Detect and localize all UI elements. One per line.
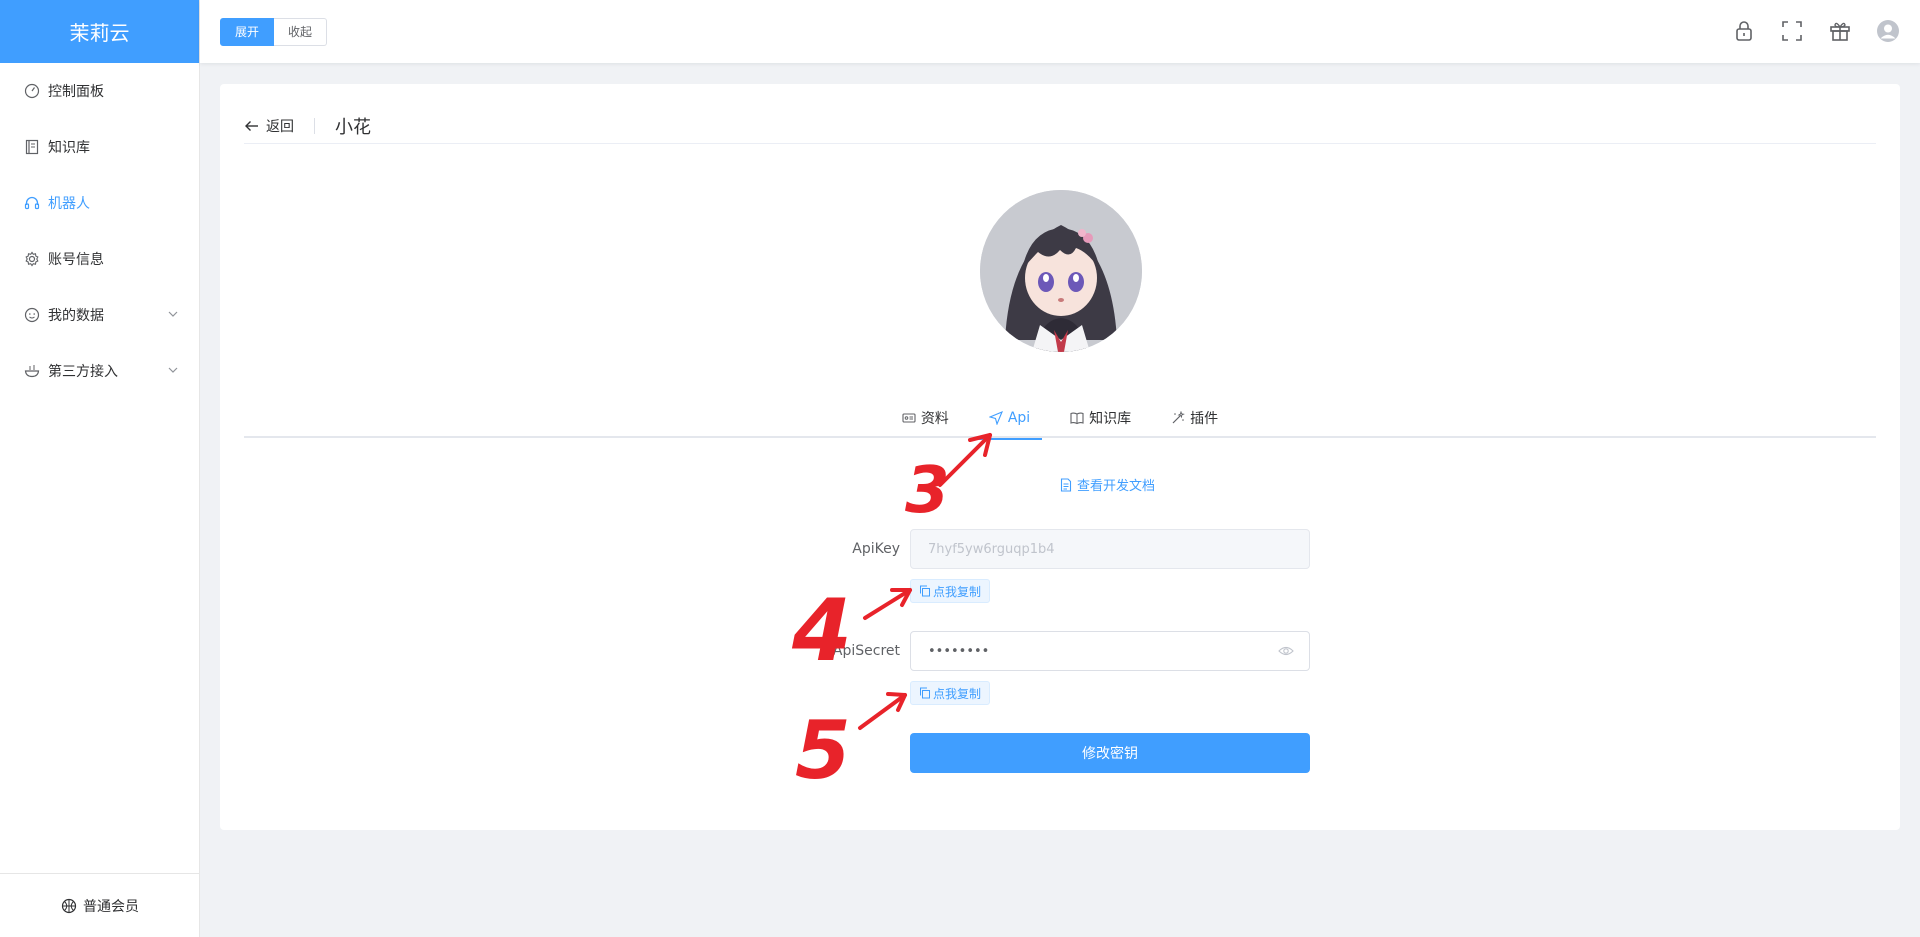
sidebar-item-robot[interactable]: 机器人 — [0, 175, 199, 231]
id-card-icon — [902, 411, 916, 425]
sidebar-item-thirdparty[interactable]: 第三方接入 — [0, 343, 199, 399]
sidebar-item-mydata[interactable]: 我的数据 — [0, 287, 199, 343]
expand-button[interactable]: 展开 — [220, 18, 275, 46]
sidebar-toggle-group: 展开 收起 — [220, 18, 328, 46]
membership-label: 普通会员 — [83, 898, 139, 915]
gear-icon — [24, 251, 40, 267]
collapse-button[interactable]: 收起 — [274, 18, 328, 46]
copy-icon — [919, 687, 931, 699]
fullscreen-icon[interactable] — [1780, 19, 1804, 43]
back-button[interactable]: 返回 — [244, 116, 294, 136]
apikey-field[interactable] — [910, 529, 1310, 569]
tab-label: 资料 — [920, 411, 949, 427]
app-logo[interactable]: 茉莉云 — [0, 0, 199, 63]
copy-apikey-button[interactable]: 点我复制 — [910, 579, 991, 603]
sidebar-menu: 控制面板 知识库 机器人 账号信息 我的数据 第三方接入 — [0, 63, 199, 399]
headset-icon — [24, 195, 40, 211]
header-actions — [1732, 19, 1900, 43]
membership-badge[interactable]: 普通会员 — [0, 873, 200, 937]
page-title: 小花 — [335, 116, 371, 138]
sidebar-item-label: 账号信息 — [48, 252, 104, 268]
gift-icon[interactable] — [1828, 19, 1852, 43]
copy-label: 点我复制 — [933, 686, 982, 701]
basketball-icon — [61, 898, 77, 914]
open-book-icon — [1070, 411, 1084, 425]
main-content-card: 返回 小花 资料 Api 知识库 插件 查看开发文档 ApiKey 7hyf5y… — [220, 84, 1900, 830]
page-header: 返回 小花 — [244, 108, 1876, 144]
copy-icon — [919, 585, 931, 597]
apisecret-field[interactable] — [910, 631, 1310, 671]
view-docs-link[interactable]: 查看开发文档 — [1059, 475, 1155, 494]
sidebar-item-label: 知识库 — [48, 140, 90, 156]
dashboard-icon — [24, 83, 40, 99]
magic-icon — [1171, 411, 1186, 425]
apikey-label: ApiKey — [852, 541, 900, 557]
change-secret-button[interactable]: 修改密钥 — [910, 733, 1310, 773]
header-divider — [314, 117, 315, 134]
tab-label: 插件 — [1190, 411, 1219, 427]
bowl-icon — [24, 363, 40, 379]
sidebar-item-label: 我的数据 — [48, 308, 104, 324]
tab-api[interactable]: Api — [976, 398, 1043, 440]
sidebar: 茉莉云 控制面板 知识库 机器人 账号信息 我的数据 第三方接入 普通会员 — [0, 0, 200, 937]
tab-knowledge[interactable]: 知识库 — [1058, 398, 1143, 438]
smile-icon — [24, 307, 40, 323]
profile-tabs: 资料 Api 知识库 插件 — [244, 398, 1876, 440]
chevron-down-icon[interactable] — [167, 308, 179, 320]
document-icon — [1059, 477, 1073, 492]
tab-label: 知识库 — [1089, 411, 1132, 427]
send-icon — [988, 411, 1003, 425]
sidebar-item-label: 机器人 — [48, 196, 90, 212]
apisecret-input[interactable] — [926, 642, 1278, 660]
sidebar-item-label: 控制面板 — [48, 84, 104, 100]
doc-link-label: 查看开发文档 — [1077, 479, 1156, 494]
book-icon — [24, 139, 40, 155]
sidebar-item-account[interactable]: 账号信息 — [0, 231, 199, 287]
tab-plugins[interactable]: 插件 — [1159, 398, 1230, 438]
sidebar-item-knowledge[interactable]: 知识库 — [0, 119, 199, 175]
apisecret-label: ApiSecret — [832, 643, 900, 659]
top-header: 展开 收起 — [200, 0, 1920, 63]
lock-icon[interactable] — [1732, 19, 1756, 43]
robot-avatar[interactable] — [980, 190, 1142, 352]
sidebar-item-dashboard[interactable]: 控制面板 — [0, 63, 199, 119]
eye-icon[interactable] — [1278, 643, 1294, 659]
copy-apisecret-button[interactable]: 点我复制 — [910, 681, 991, 705]
back-label: 返回 — [266, 118, 294, 135]
arrow-left-icon — [244, 118, 260, 134]
tab-profile[interactable]: 资料 — [890, 398, 961, 438]
user-avatar-icon[interactable] — [1876, 19, 1900, 43]
copy-label: 点我复制 — [933, 584, 982, 599]
sidebar-item-label: 第三方接入 — [48, 364, 118, 380]
chevron-down-icon[interactable] — [167, 364, 179, 376]
apikey-input[interactable] — [926, 540, 1294, 558]
tab-label: Api — [1007, 410, 1031, 426]
